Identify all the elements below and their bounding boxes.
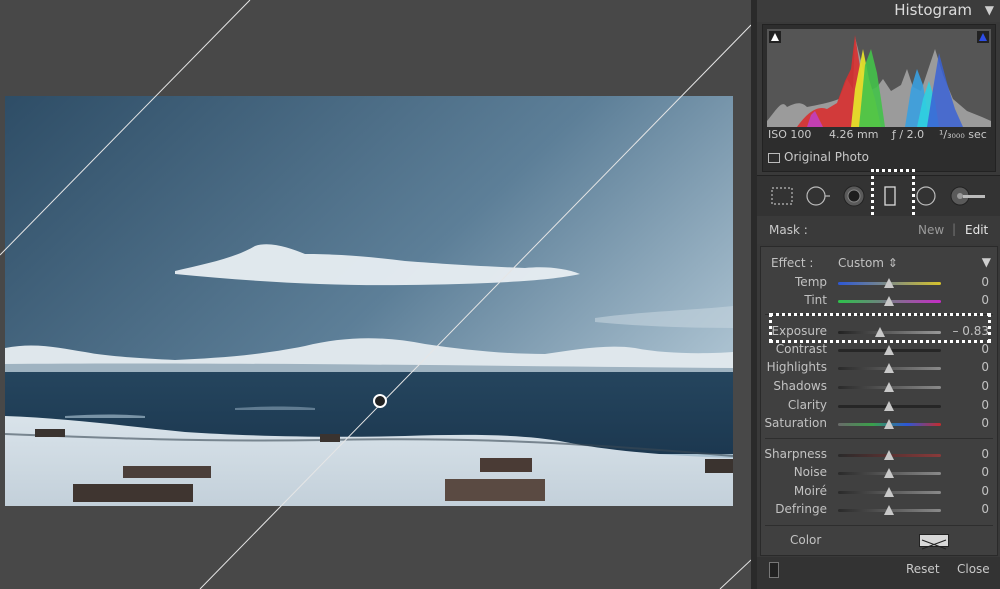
slider-contrast[interactable]: Contrast 0: [761, 341, 997, 359]
slider-moire[interactable]: Moiré 0: [761, 483, 997, 501]
slider-label: Highlights: [766, 360, 827, 374]
adjustment-brush-icon[interactable]: [949, 184, 987, 208]
slider-thumb[interactable]: [884, 505, 894, 515]
crop-overlay-icon[interactable]: [769, 184, 795, 208]
slider-highlights[interactable]: Highlights 0: [761, 359, 997, 377]
slider-value[interactable]: 0: [981, 447, 989, 461]
slider-value[interactable]: 0: [981, 465, 989, 479]
histogram-plot: [767, 31, 991, 127]
close-button[interactable]: Close: [957, 562, 990, 576]
slider-label: Temp: [795, 275, 827, 289]
collapse-triangle-icon[interactable]: ▼: [985, 3, 994, 17]
slider-value[interactable]: 0: [981, 502, 989, 516]
slider-thumb[interactable]: [884, 363, 894, 373]
mask-edit-button[interactable]: Edit: [965, 223, 988, 237]
spot-removal-icon[interactable]: [805, 184, 831, 208]
slider-label: Noise: [793, 465, 827, 479]
toggle-switch-icon[interactable]: [769, 562, 779, 578]
slider-clarity[interactable]: Clarity 0: [761, 397, 997, 415]
no-color-x-icon: [921, 539, 947, 550]
adjustment-sliders-panel: Effect : Custom ⇕ ▼ Temp 0 Tint 0 Exposu…: [760, 246, 998, 556]
color-label: Color: [790, 533, 822, 547]
slider-saturation[interactable]: Saturation 0: [761, 415, 997, 433]
slider-value[interactable]: 0: [981, 293, 989, 307]
aperture-readout: ƒ / 2.0: [892, 128, 925, 141]
panel-footer: Reset Close: [757, 557, 1000, 589]
slider-sharpness[interactable]: Sharpness 0: [761, 446, 997, 464]
slider-label: Saturation: [764, 416, 827, 430]
original-photo-label: Original Photo: [784, 150, 870, 164]
shutter-readout: ¹/₃₀₀₀ sec: [939, 128, 987, 141]
slider-temp[interactable]: Temp 0: [761, 274, 997, 292]
slider-thumb[interactable]: [884, 419, 894, 429]
develop-right-panel: Histogram ▼ ISO 100 4.26 mm ƒ / 2.0 ¹/₃₀…: [757, 0, 1000, 589]
slider-label: Shadows: [773, 379, 827, 393]
slider-value[interactable]: 0: [981, 484, 989, 498]
slider-thumb[interactable]: [884, 345, 894, 355]
slider-thumb[interactable]: [884, 278, 894, 288]
highlight-exposure-row: [769, 313, 991, 343]
slider-label: Defringe: [775, 502, 827, 516]
slider-label: Tint: [804, 293, 827, 307]
slider-value[interactable]: 0: [981, 342, 989, 356]
mask-separator: |: [952, 222, 957, 236]
effect-preset-dropdown[interactable]: Custom ⇕: [838, 256, 898, 270]
slider-defringe[interactable]: Defringe 0: [761, 501, 997, 519]
slider-thumb[interactable]: [884, 382, 894, 392]
slider-value[interactable]: 0: [981, 379, 989, 393]
slider-thumb[interactable]: [884, 401, 894, 411]
mask-new-button[interactable]: New: [918, 223, 944, 237]
slider-value[interactable]: 0: [981, 360, 989, 374]
color-swatch[interactable]: [919, 534, 949, 550]
radial-filter-icon[interactable]: [913, 184, 939, 208]
effect-label: Effect :: [771, 256, 814, 270]
effect-collapse-triangle-icon[interactable]: ▼: [982, 255, 991, 269]
original-photo-checkbox[interactable]: [768, 153, 780, 163]
slider-thumb[interactable]: [884, 487, 894, 497]
histogram-panel: ISO 100 4.26 mm ƒ / 2.0 ¹/₃₀₀₀ sec Origi…: [762, 24, 996, 172]
histogram-header[interactable]: Histogram ▼: [757, 0, 1000, 22]
red-eye-icon[interactable]: [841, 184, 867, 208]
slider-label: Sharpness: [764, 447, 827, 461]
focal-length-readout: 4.26 mm: [829, 128, 879, 141]
mask-row: Mask : New | Edit: [757, 216, 1000, 244]
gradient-end-line: [719, 559, 751, 589]
slider-value[interactable]: 0: [981, 416, 989, 430]
slider-shadows[interactable]: Shadows 0: [761, 378, 997, 396]
slider-label: Clarity: [787, 398, 827, 412]
slider-separator: [765, 438, 993, 439]
photo-image[interactable]: [5, 96, 733, 506]
slider-thumb[interactable]: [884, 296, 894, 306]
landscape-photo: [5, 96, 733, 506]
slider-value[interactable]: 0: [981, 398, 989, 412]
histogram-graph[interactable]: [767, 29, 991, 127]
mask-label: Mask :: [769, 223, 808, 237]
slider-thumb[interactable]: [884, 468, 894, 478]
slider-label: Contrast: [775, 342, 827, 356]
slider-value[interactable]: 0: [981, 275, 989, 289]
slider-noise[interactable]: Noise 0: [761, 464, 997, 482]
histogram-title: Histogram: [894, 1, 972, 19]
iso-readout: ISO 100: [768, 128, 812, 141]
slider-thumb[interactable]: [884, 450, 894, 460]
slider-tint[interactable]: Tint 0: [761, 292, 997, 310]
slider-separator: [765, 525, 993, 526]
reset-button[interactable]: Reset: [906, 562, 940, 576]
photo-canvas[interactable]: [0, 0, 751, 589]
slider-label: Moiré: [793, 484, 827, 498]
